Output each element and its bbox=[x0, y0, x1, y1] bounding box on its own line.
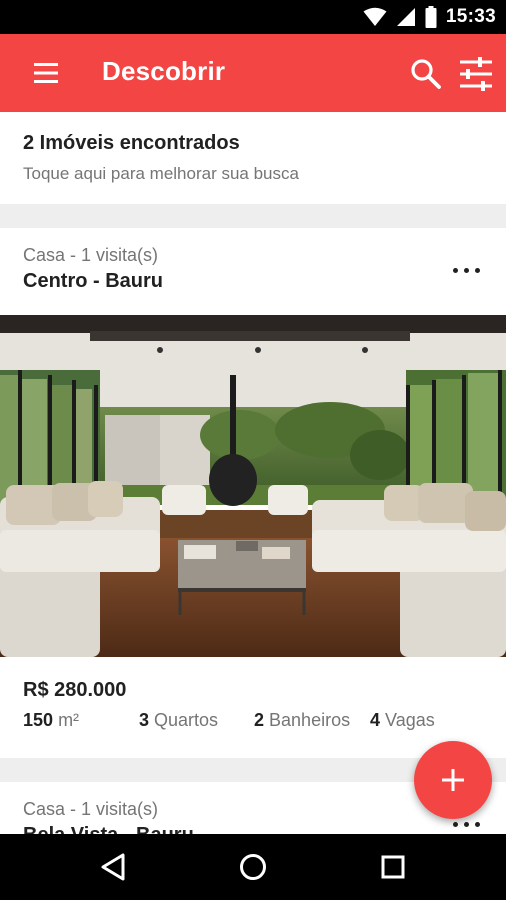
plus-icon bbox=[442, 769, 464, 791]
bedrooms-spec: 3 Quartos bbox=[139, 710, 218, 731]
bedrooms-label: Quartos bbox=[154, 710, 219, 730]
search-icon[interactable] bbox=[408, 56, 444, 92]
bedrooms-count: 3 bbox=[139, 710, 150, 730]
parking-count: 4 bbox=[370, 710, 381, 730]
back-icon[interactable] bbox=[94, 847, 134, 887]
refine-search-hint[interactable]: Toque aqui para melhorar sua busca bbox=[23, 164, 299, 184]
listing-type-visits: Casa - 1 visita(s) bbox=[23, 799, 159, 819]
area-unit: m² bbox=[58, 710, 80, 730]
filter-icon[interactable] bbox=[456, 54, 496, 94]
page-title: Descobrir bbox=[102, 56, 226, 86]
bathrooms-count: 2 bbox=[254, 710, 265, 730]
results-summary[interactable]: 2 Imóveis encontrados Toque aqui para me… bbox=[0, 112, 506, 204]
signal-icon bbox=[396, 8, 415, 26]
battery-icon bbox=[425, 6, 437, 28]
listing-photo[interactable] bbox=[0, 315, 506, 657]
listing-location: Centro - Bauru bbox=[23, 270, 163, 292]
status-icons: 15:33 bbox=[363, 0, 496, 34]
listing-type-visits: Casa - 1 visita(s) bbox=[23, 245, 159, 265]
listing-price: R$ 280.000 bbox=[23, 679, 127, 701]
results-count: 2 Imóveis encontrados bbox=[23, 132, 240, 154]
listing-specs: 150 m² 3 Quartos 2 Banheiros 4 Vagas bbox=[23, 710, 493, 734]
living-room-image bbox=[0, 315, 506, 657]
app-bar: Descobrir bbox=[0, 34, 506, 112]
bathrooms-label: Banheiros bbox=[269, 710, 351, 730]
area-spec: 150 m² bbox=[23, 710, 79, 731]
more-options-icon[interactable] bbox=[446, 258, 486, 282]
add-button[interactable] bbox=[414, 741, 492, 819]
parking-spec: 4 Vagas bbox=[370, 710, 435, 731]
status-bar: 15:33 bbox=[0, 0, 506, 34]
system-nav-bar bbox=[0, 834, 506, 900]
bathrooms-spec: 2 Banheiros bbox=[254, 710, 350, 731]
recents-icon[interactable] bbox=[373, 847, 413, 887]
status-time: 15:33 bbox=[445, 6, 496, 27]
listing-location: Bela Vista - Bauru bbox=[23, 824, 194, 834]
area-value: 150 bbox=[23, 710, 54, 730]
listing-card[interactable]: Casa - 1 visita(s) Centro - Bauru R$ 280… bbox=[0, 228, 506, 758]
menu-icon[interactable] bbox=[22, 57, 68, 89]
home-icon[interactable] bbox=[233, 847, 273, 887]
wifi-icon bbox=[363, 7, 387, 26]
parking-label: Vagas bbox=[385, 710, 435, 730]
